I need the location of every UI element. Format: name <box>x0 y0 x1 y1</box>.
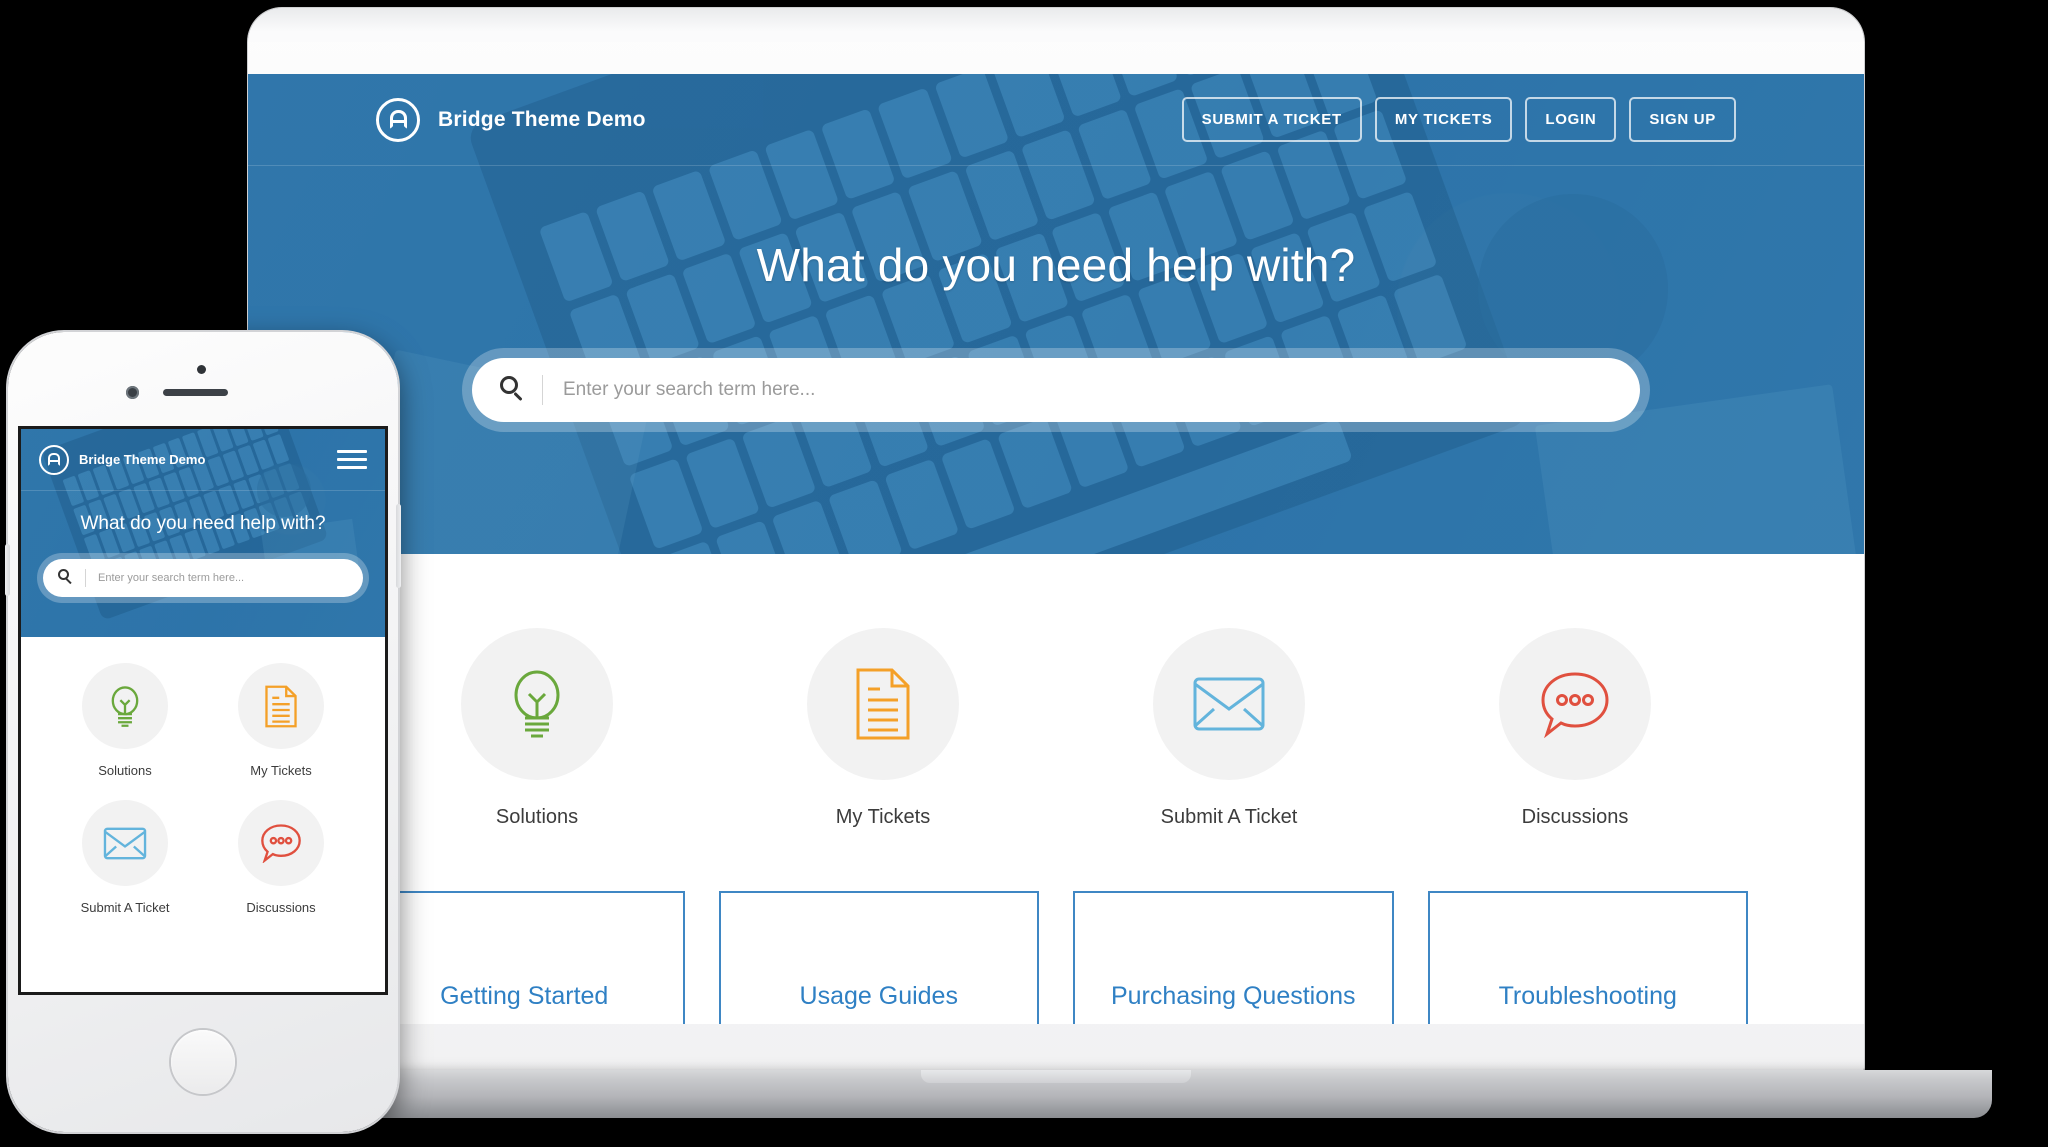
shortcut-icon-circle <box>461 628 613 780</box>
mobile-search-divider <box>85 569 86 587</box>
shortcut-icon-circle <box>1499 628 1651 780</box>
laptop-device-mockup: Bridge Theme Demo SUBMIT A TICKET MY TIC… <box>120 8 1992 1118</box>
shortcut-icon-circle <box>1153 628 1305 780</box>
magnifier-icon <box>57 569 75 587</box>
hero-search-container <box>462 348 1650 432</box>
mobile-search-input[interactable] <box>98 572 349 584</box>
brand[interactable]: Bridge Theme Demo <box>376 97 646 142</box>
mobile-shortcut-submit-a-ticket[interactable]: Submit A Ticket <box>47 800 203 915</box>
shortcut-label: Submit A Ticket <box>1160 806 1298 828</box>
mobile-shortcut-label: Submit A Ticket <box>80 900 170 915</box>
mobile-hero-title: What do you need help with? <box>80 513 326 534</box>
mobile-search-field[interactable] <box>43 559 363 597</box>
shortcut-solutions[interactable]: Solutions <box>364 628 710 829</box>
hero-section: Bridge Theme Demo SUBMIT A TICKET MY TIC… <box>248 74 1864 554</box>
phone-proximity-sensor <box>197 365 206 374</box>
category-card-usage-guides[interactable]: Usage Guides <box>718 891 1039 1024</box>
circle-a-logo-icon <box>376 97 420 142</box>
laptop-base-notch <box>921 1070 1191 1083</box>
mobile-shortcut-my-tickets[interactable]: My Tickets <box>203 663 359 778</box>
brand-name: Bridge Theme Demo <box>438 107 646 131</box>
phone-earpiece-speaker <box>163 389 228 396</box>
lightbulb-icon <box>514 670 560 738</box>
mobile-shortcut-icon-circle <box>82 800 168 886</box>
mobile-hero-body: What do you need help with? <box>21 491 385 603</box>
shortcut-label: Discussions <box>1521 806 1629 828</box>
category-card-getting-started[interactable]: Getting Started <box>364 891 685 1024</box>
shortcut-my-tickets[interactable]: My Tickets <box>710 628 1056 829</box>
mobile-search-container <box>37 553 369 603</box>
nav-sign-up-button[interactable]: SIGN UP <box>1629 97 1736 142</box>
nav-login-button[interactable]: LOGIN <box>1525 97 1617 142</box>
circle-a-logo-icon <box>39 444 69 475</box>
phone-device-mockup: Bridge Theme Demo What do you need help … <box>5 332 401 1132</box>
document-icon <box>265 685 297 727</box>
category-card-title: Usage Guides <box>799 981 958 1010</box>
laptop-base <box>120 1070 1992 1118</box>
laptop-screen: Bridge Theme Demo SUBMIT A TICKET MY TIC… <box>248 74 1864 1024</box>
chat-bubble-icon <box>261 824 301 863</box>
mobile-hero-section: Bridge Theme Demo What do you need help … <box>21 429 385 637</box>
shortcut-submit-a-ticket[interactable]: Submit A Ticket <box>1056 628 1402 829</box>
nav-my-tickets-button[interactable]: MY TICKETS <box>1374 97 1513 142</box>
nav-submit-a-ticket-button[interactable]: SUBMIT A TICKET <box>1181 97 1362 142</box>
phone-front-camera <box>126 386 139 399</box>
phone-home-button[interactable] <box>171 1030 235 1094</box>
category-card-purchasing-questions[interactable]: Purchasing Questions <box>1073 891 1394 1024</box>
hero-search-field[interactable] <box>472 358 1640 422</box>
hero-title: What do you need help with? <box>756 239 1356 291</box>
search-divider <box>542 375 543 405</box>
lightbulb-icon <box>111 686 139 727</box>
desktop-site: Bridge Theme Demo SUBMIT A TICKET MY TIC… <box>248 74 1864 1024</box>
chat-bubble-icon <box>1541 672 1609 738</box>
search-input[interactable] <box>563 379 1614 401</box>
mobile-site-header: Bridge Theme Demo <box>21 429 385 491</box>
mobile-shortcuts-grid: Solutions My Tickets Submit A Ticket Dis… <box>21 637 385 915</box>
category-card-title: Troubleshooting <box>1498 981 1677 1010</box>
shortcut-icon-circle <box>807 628 959 780</box>
mobile-shortcut-icon-circle <box>238 800 324 886</box>
mobile-shortcut-label: My Tickets <box>250 763 312 778</box>
envelope-icon <box>1193 677 1265 731</box>
hero-body: What do you need help with? <box>248 166 1864 432</box>
mobile-shortcut-icon-circle <box>238 663 324 749</box>
phone-power-button[interactable] <box>396 504 401 588</box>
shortcuts-row: Solutions My Tickets Submit A Ticket Dis… <box>248 554 1864 829</box>
category-card-title: Purchasing Questions <box>1110 981 1356 1010</box>
mobile-shortcut-label: Solutions <box>98 763 152 778</box>
category-cards: Getting Started Usage Guides Purchasing … <box>248 829 1864 1024</box>
site-header: Bridge Theme Demo SUBMIT A TICKET MY TIC… <box>248 74 1864 166</box>
mobile-shortcut-solutions[interactable]: Solutions <box>47 663 203 778</box>
phone-screen: Bridge Theme Demo What do you need help … <box>21 429 385 992</box>
mobile-shortcut-icon-circle <box>82 663 168 749</box>
device-mockup-stage: Bridge Theme Demo SUBMIT A TICKET MY TIC… <box>0 0 2048 1147</box>
envelope-icon <box>103 827 147 859</box>
mobile-brand-name: Bridge Theme Demo <box>79 452 206 467</box>
document-icon <box>856 668 910 740</box>
category-card-troubleshooting[interactable]: Troubleshooting <box>1427 891 1748 1024</box>
mobile-shortcut-label: Discussions <box>246 900 316 915</box>
shortcut-label: My Tickets <box>835 806 931 828</box>
phone-volume-button[interactable] <box>5 544 10 596</box>
shortcut-label: Solutions <box>495 806 579 828</box>
category-card-title: Getting Started <box>440 981 609 1010</box>
shortcut-discussions[interactable]: Discussions <box>1402 628 1748 829</box>
main-nav: SUBMIT A TICKET MY TICKETS LOGIN SIGN UP <box>1181 97 1736 142</box>
mobile-shortcut-discussions[interactable]: Discussions <box>203 800 359 915</box>
hamburger-menu-icon[interactable] <box>337 450 367 469</box>
magnifier-icon <box>498 375 528 405</box>
